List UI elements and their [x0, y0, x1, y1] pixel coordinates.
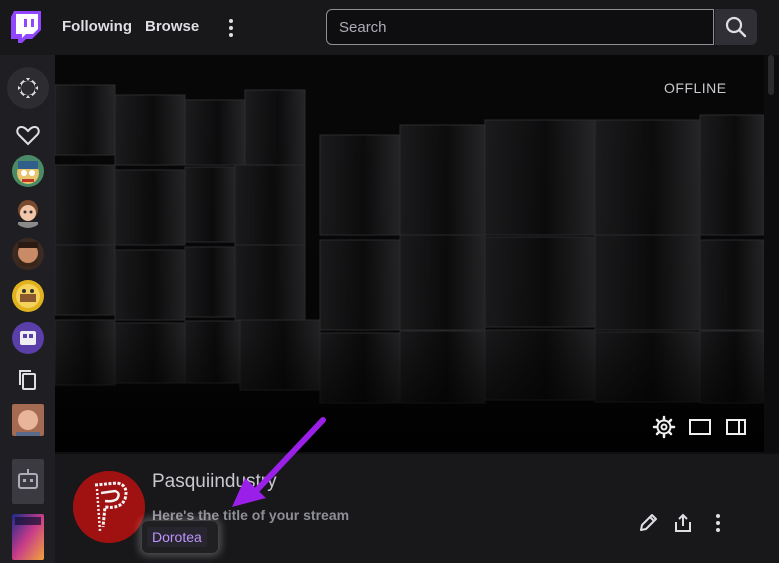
video-player[interactable]: OFFLINE — [55, 55, 764, 452]
search-button[interactable] — [715, 9, 757, 45]
sidebar-channel-avatar[interactable] — [12, 238, 44, 270]
edit-icon[interactable] — [637, 512, 659, 534]
offline-background-image — [55, 55, 764, 452]
heart-icon[interactable] — [12, 119, 44, 151]
top-nav-bar: Following Browse — [0, 0, 779, 55]
channel-name[interactable]: Pasquiindustry — [152, 471, 277, 493]
copy-icon[interactable] — [12, 364, 44, 396]
nav-following-link[interactable]: Following — [62, 18, 132, 35]
search-box — [326, 9, 714, 45]
thumbnail — [12, 514, 44, 560]
category-highlight: Dorotea — [142, 521, 218, 553]
settings-icon[interactable] — [652, 415, 676, 439]
scrollbar-thumb[interactable] — [768, 55, 774, 95]
search-icon — [725, 16, 747, 38]
sidebar-channel-avatar[interactable] — [12, 322, 44, 354]
more-vertical-icon[interactable] — [222, 17, 240, 39]
sidebar-channel-avatar[interactable] — [12, 196, 44, 228]
avatar — [12, 322, 44, 354]
search-input[interactable] — [327, 10, 713, 44]
collapse-arrows-icon — [17, 77, 39, 99]
thumbnail — [12, 404, 44, 436]
page-scrollbar[interactable] — [764, 55, 779, 452]
nav-browse-link[interactable]: Browse — [145, 18, 199, 35]
avatar — [12, 280, 44, 312]
avatar — [12, 196, 44, 228]
sidebar-toggle-icon[interactable] — [724, 415, 748, 439]
theatre-mode-icon[interactable] — [688, 415, 712, 439]
share-icon[interactable] — [672, 512, 694, 534]
avatar — [12, 238, 44, 270]
offline-status-label: OFFLINE — [664, 80, 727, 96]
sidebar-channel-avatar[interactable] — [12, 155, 44, 187]
sidebar-bot-thumbnail[interactable] — [12, 459, 44, 504]
robot-icon — [18, 469, 38, 489]
sidebar-channel-thumbnail[interactable] — [12, 404, 44, 436]
category-link[interactable]: Dorotea — [147, 527, 207, 547]
avatar — [12, 155, 44, 187]
sidebar-game-thumbnail[interactable] — [12, 514, 44, 560]
sidebar-channel-avatar[interactable] — [12, 280, 44, 312]
more-vertical-icon[interactable] — [707, 512, 729, 534]
channel-info-bar: Pasquiindustry Here's the title of your … — [55, 454, 779, 563]
twitch-glitch-icon[interactable] — [11, 11, 41, 43]
followed-channels-sidebar — [0, 55, 55, 563]
avatar — [73, 471, 145, 543]
collapse-sidebar-button[interactable] — [7, 67, 49, 109]
channel-avatar[interactable] — [73, 471, 145, 543]
